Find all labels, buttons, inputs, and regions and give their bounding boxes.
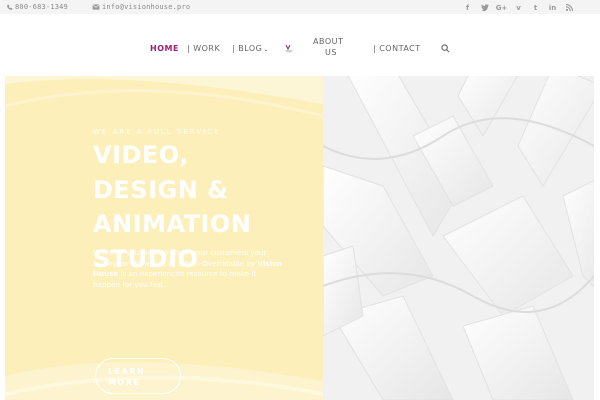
learn-more-button[interactable]: LEARN MORE [95, 358, 181, 394]
nav-contact-label: CONTACT [379, 44, 421, 53]
facebook-icon[interactable]: f [459, 3, 476, 12]
nav-separator: | [187, 44, 191, 53]
nav-blog-label: BLOG [238, 44, 263, 53]
site-header: HOME | WORK | BLOG⌄ ABOUT US | CONTACT [0, 14, 600, 76]
rss-icon[interactable] [561, 3, 578, 12]
nav-separator: | [232, 44, 236, 53]
nav-item-work[interactable]: | WORK [187, 44, 220, 53]
site-logo[interactable] [285, 44, 293, 53]
search-button[interactable] [441, 44, 451, 54]
nav-about-label-line2: US [325, 48, 337, 57]
hero-section: WE ARE A FULL SERVICE VIDEO, DESIGN & AN… [5, 76, 594, 400]
nav-item-about[interactable]: ABOUT US [313, 36, 353, 58]
headline-line: ANIMATION [93, 210, 252, 238]
hero-image-panel [323, 76, 594, 400]
hero-eyebrow: WE ARE A FULL SERVICE [93, 128, 221, 136]
vimeo-icon[interactable]: v [510, 3, 527, 12]
nav-work-label: WORK [193, 44, 221, 53]
chevron-down-icon: ⌄ [263, 46, 269, 53]
phone-contact[interactable]: 800-683-1349 [6, 2, 68, 12]
cta-label-line1: LEARN [108, 367, 146, 376]
search-icon [441, 44, 450, 53]
linkedin-icon[interactable]: in [544, 3, 561, 12]
tumblr-icon[interactable]: t [527, 3, 544, 12]
nav-separator: | [373, 44, 377, 53]
email-address: info@visionhouse.pro [102, 3, 191, 11]
envelope-icon [92, 4, 100, 10]
nav-item-blog[interactable]: | BLOG⌄ [232, 44, 269, 53]
hero-text-panel: WE ARE A FULL SERVICE VIDEO, DESIGN & AN… [5, 76, 323, 400]
description-outro: is an experienced resource to make it ha… [93, 269, 257, 290]
email-contact[interactable]: info@visionhouse.pro [92, 2, 190, 12]
top-bar: 800-683-1349 info@visionhouse.pro f G+ v… [0, 0, 600, 14]
google-plus-icon[interactable]: G+ [493, 3, 510, 12]
social-links: f G+ v t in [459, 3, 578, 12]
twitter-icon[interactable] [476, 3, 493, 12]
phone-icon [7, 4, 13, 10]
woven-pattern-image [323, 76, 594, 400]
phone-number: 800-683-1349 [15, 3, 68, 11]
main-nav: HOME | WORK | BLOG⌄ ABOUT US | CONTACT [0, 14, 600, 76]
hero-description: Whether you want to show your customers … [93, 248, 283, 291]
cta-label-line2: MORE [108, 378, 141, 387]
nav-home-label: HOME [150, 44, 179, 53]
nav-item-home[interactable]: HOME [150, 44, 179, 53]
headline-line: VIDEO, [93, 141, 189, 169]
nav-item-contact[interactable]: | CONTACT [373, 44, 421, 53]
nav-about-label-line1: ABOUT [313, 37, 344, 46]
headline-line: DESIGN & [93, 175, 229, 204]
description-intro: Whether you want to show your customers … [93, 248, 267, 268]
